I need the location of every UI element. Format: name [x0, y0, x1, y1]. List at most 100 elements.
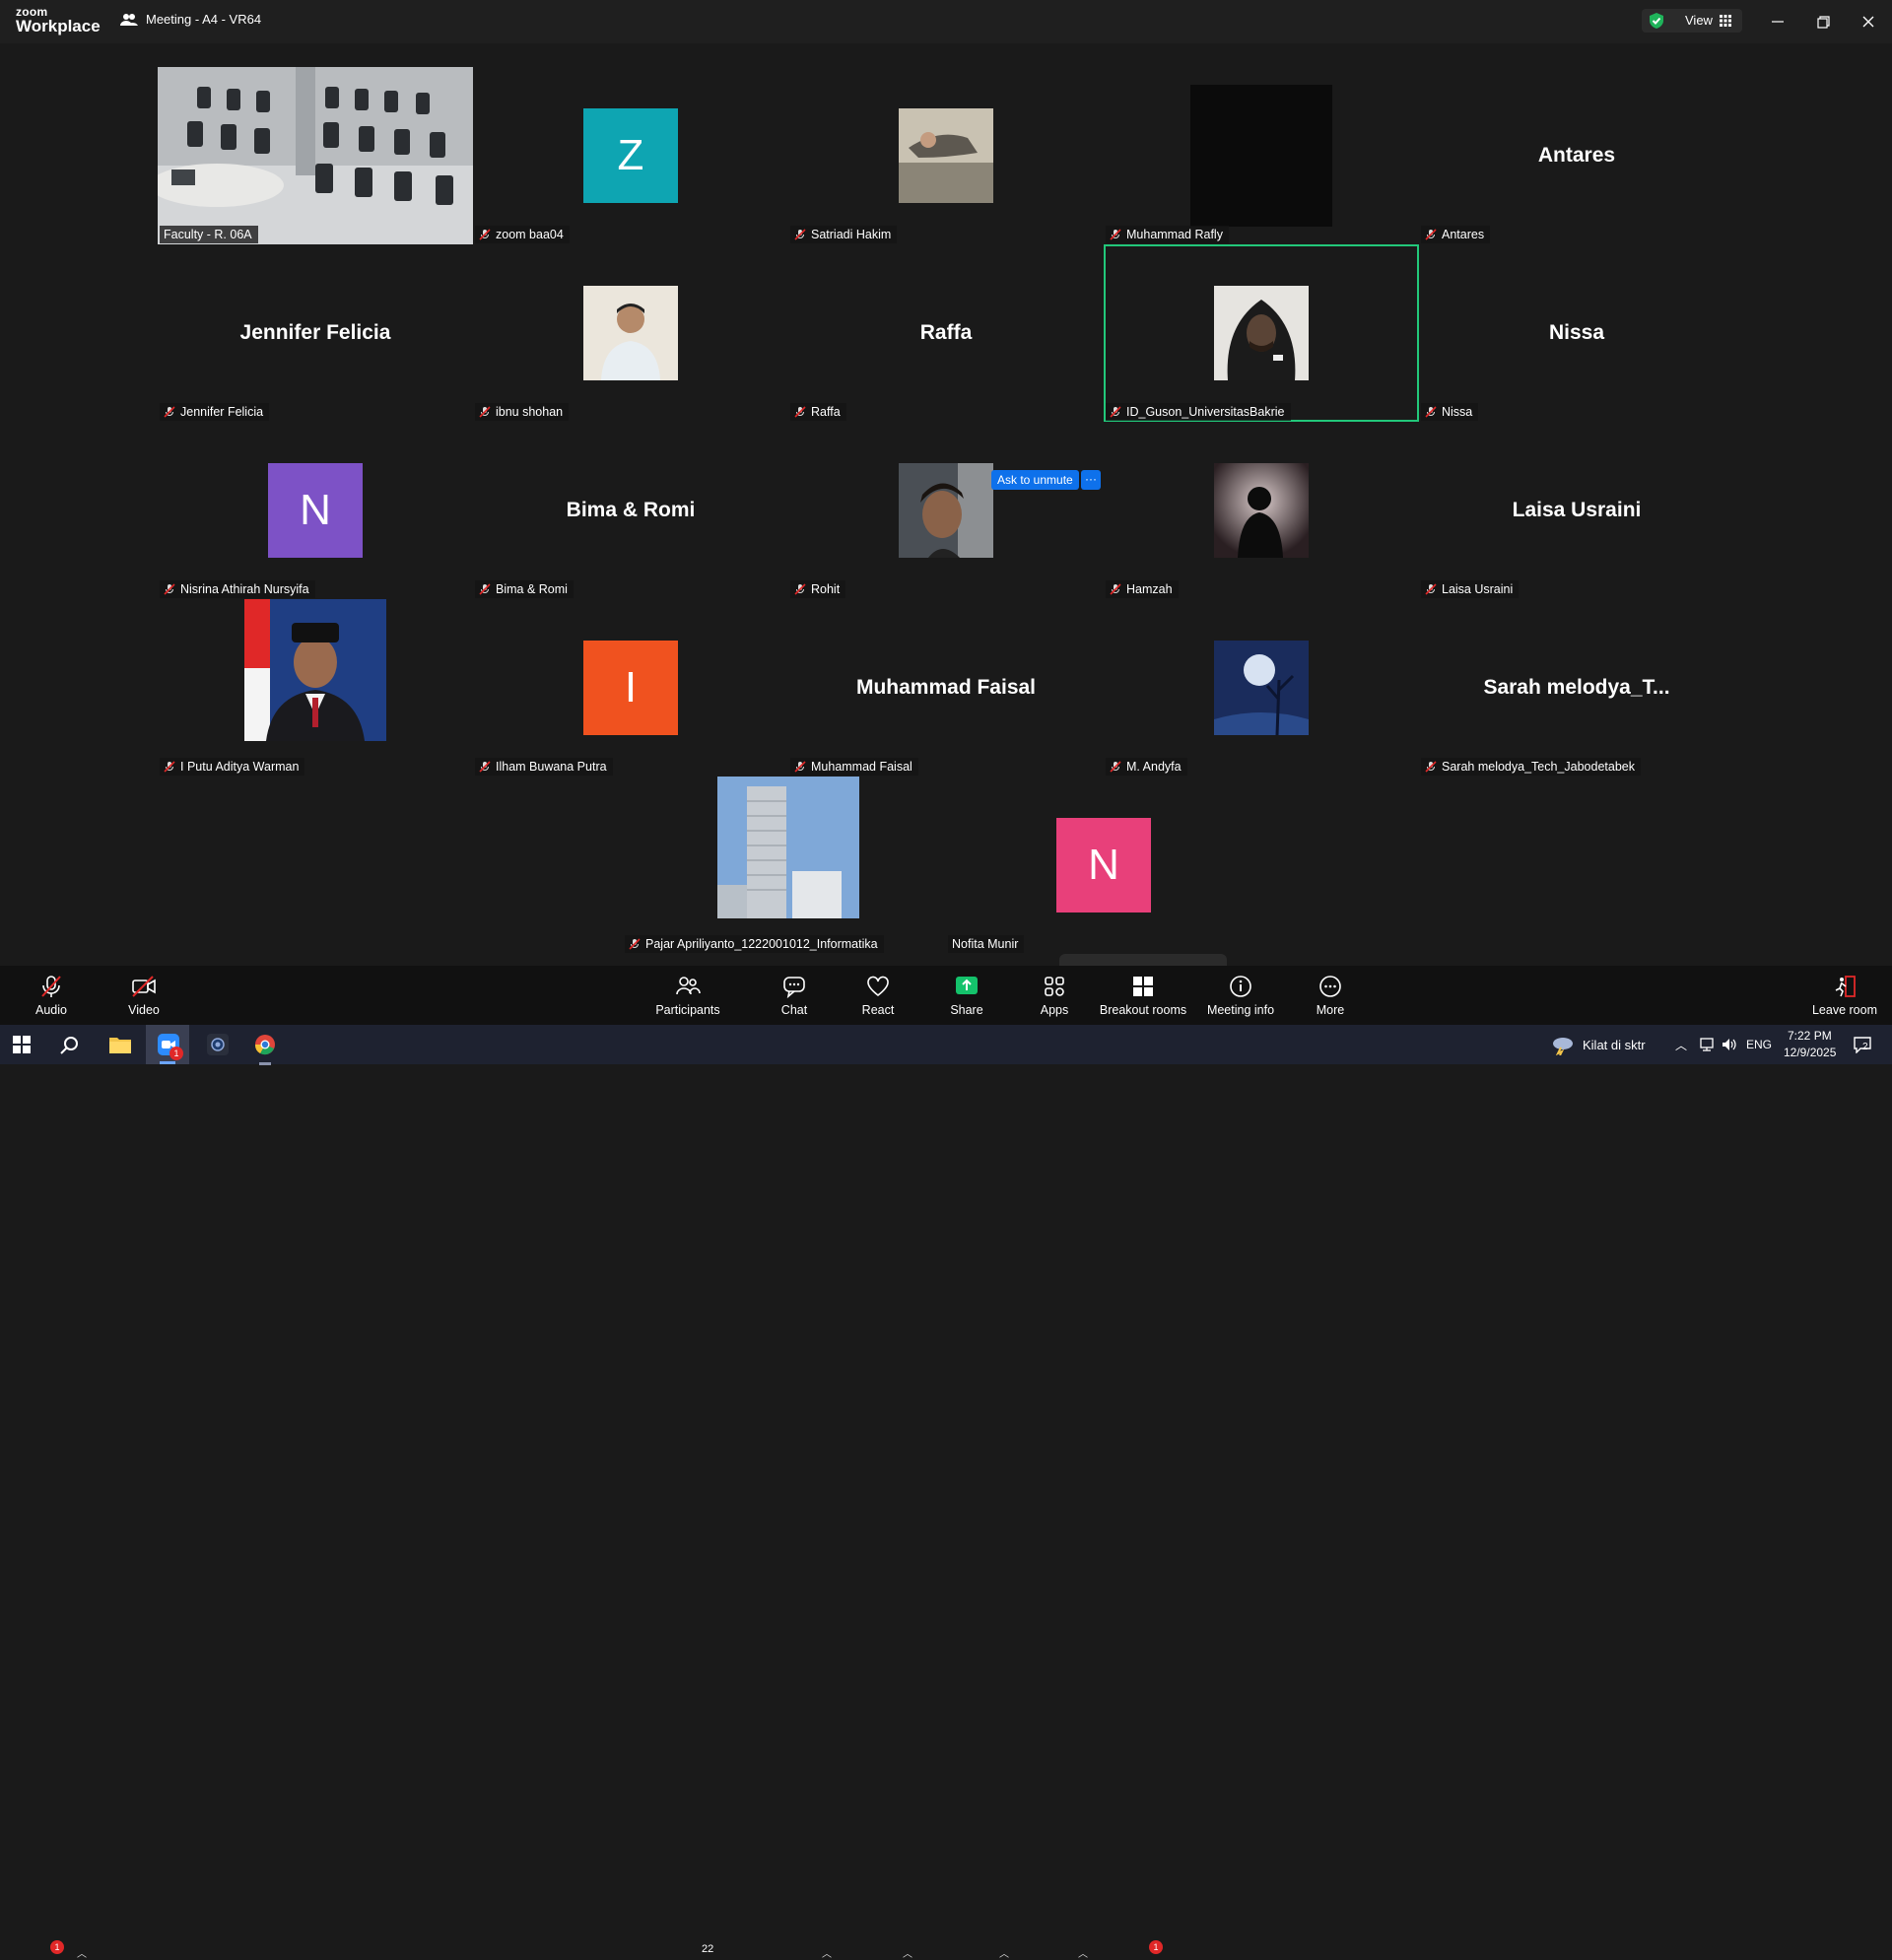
participant-name-tag: Nisrina Athirah Nursyifa: [160, 580, 315, 598]
participant-name-tag: Pajar Apriliyanto_1222001012_Informatika: [625, 935, 884, 953]
participant-name: Nissa: [1442, 405, 1473, 419]
clock-date[interactable]: 12/9/2025: [1784, 1046, 1836, 1059]
grid-view-icon[interactable]: [1720, 15, 1731, 27]
participant-name: ID_Guson_UniversitasBakrie: [1126, 405, 1285, 419]
participant-name: Jennifer Felicia: [180, 405, 264, 419]
participant-tile[interactable]: I Ilham Buwana Putra: [473, 599, 788, 777]
file-explorer-icon[interactable]: [108, 1035, 132, 1059]
mic-muted-icon: [794, 406, 806, 418]
participant-tile[interactable]: ibnu shohan: [473, 244, 788, 422]
meeting-info-button[interactable]: Meeting info: [1204, 974, 1277, 1023]
weather-icon[interactable]: [1551, 1034, 1575, 1060]
react-options-caret[interactable]: ︿: [903, 1945, 912, 1960]
mic-muted-icon: [479, 229, 491, 240]
taskbar-zoom-app[interactable]: 1: [146, 1025, 189, 1064]
ask-to-unmute-button[interactable]: Ask to unmute: [991, 470, 1079, 490]
restore-window-icon[interactable]: [1811, 10, 1835, 34]
participant-tile[interactable]: Nissa Nissa: [1419, 244, 1734, 422]
zoom-workplace-logo: zoom Workplace: [16, 6, 101, 34]
avatar: [244, 599, 386, 741]
mic-muted-icon: [164, 761, 175, 773]
participant-name-tag: Ilham Buwana Putra: [475, 758, 613, 776]
mic-muted-icon: [164, 406, 175, 418]
audio-options-caret[interactable]: ︿: [77, 1945, 87, 1960]
participant-tile[interactable]: Faculty - R. 06A: [158, 67, 473, 244]
chrome-icon[interactable]: [254, 1034, 276, 1065]
participant-name-tag: ID_Guson_UniversitasBakrie: [1106, 403, 1291, 421]
breakout-rooms-button[interactable]: Breakout rooms: [1096, 974, 1190, 1023]
participant-tile[interactable]: Muhammad Faisal Muhammad Faisal: [788, 599, 1104, 777]
participant-name: Nisrina Athirah Nursyifa: [180, 582, 309, 596]
participant-tile[interactable]: Hamzah: [1104, 422, 1419, 599]
participant-name: Raffa: [811, 405, 841, 419]
show-hidden-icons-chevron-icon[interactable]: ︿: [1675, 1037, 1687, 1053]
info-icon: [1230, 976, 1251, 997]
participant-more-options-button[interactable]: ···: [1081, 470, 1101, 490]
volume-icon[interactable]: [1721, 1037, 1738, 1057]
participant-tile[interactable]: N Nisrina Athirah Nursyifa: [158, 422, 473, 599]
camera-app-icon[interactable]: [207, 1034, 229, 1060]
participant-tile[interactable]: Satriadi Hakim: [788, 67, 1104, 244]
view-button[interactable]: View: [1685, 13, 1713, 28]
participant-name: Muhammad Rafly: [1126, 228, 1223, 241]
participant-tile[interactable]: Antares Antares: [1419, 67, 1734, 244]
participant-tile[interactable]: Raffa Raffa: [788, 244, 1104, 422]
participant-tile[interactable]: Sarah melodya_T... Sarah melodya_Tech_Ja…: [1419, 599, 1734, 777]
react-label: React: [861, 1003, 895, 1017]
minimize-window-icon[interactable]: [1766, 10, 1790, 34]
apps-button[interactable]: Apps: [1037, 974, 1072, 1023]
participant-tile[interactable]: Jennifer Felicia Jennifer Felicia: [158, 244, 473, 422]
meeting-toolbar: Audio 1 ︿ Video Participants 22 Chat ︿ R…: [0, 966, 1892, 1960]
participant-name-tag: Muhammad Faisal: [790, 758, 918, 776]
participant-tile[interactable]: M. Andyfa: [1104, 599, 1419, 777]
participant-name: Pajar Apriliyanto_1222001012_Informatika: [645, 937, 878, 951]
chat-options-caret[interactable]: ︿: [822, 1945, 832, 1960]
participant-name: Nofita Munir: [952, 937, 1019, 951]
close-window-icon[interactable]: [1857, 10, 1880, 34]
windows-start-icon[interactable]: [13, 1036, 31, 1058]
participant-name-tag: M. Andyfa: [1106, 758, 1187, 776]
participant-tile-active-speaker[interactable]: ID_Guson_UniversitasBakrie: [1104, 244, 1419, 422]
participant-name-tag: Nofita Munir: [948, 935, 1025, 953]
participant-name: zoom baa04: [496, 228, 564, 241]
mic-muted-icon: [794, 229, 806, 240]
apps-icon: [1045, 977, 1064, 996]
avatar: [899, 463, 993, 558]
search-icon[interactable]: [59, 1035, 81, 1061]
video-button[interactable]: Video: [122, 974, 166, 1023]
apps-options-caret[interactable]: ︿: [1078, 1945, 1088, 1960]
clock-time[interactable]: 7:22 PM: [1788, 1029, 1832, 1043]
participant-tile[interactable]: I Putu Aditya Warman: [158, 599, 473, 777]
share-label: Share: [950, 1003, 983, 1017]
participant-name: Antares: [1442, 228, 1485, 241]
input-language[interactable]: ENG: [1746, 1038, 1772, 1051]
apps-label: Apps: [1040, 1003, 1069, 1017]
share-options-caret[interactable]: ︿: [999, 1945, 1009, 1960]
participant-tile[interactable]: Pajar Apriliyanto_1222001012_Informatika: [625, 777, 946, 954]
logo-line2: Workplace: [16, 17, 101, 35]
weather-text[interactable]: Kilat di sktr: [1583, 1038, 1646, 1052]
participants-label: Participants: [655, 1003, 720, 1017]
participant-display-name: Nissa: [1548, 321, 1605, 344]
notifications-icon[interactable]: 2: [1853, 1036, 1872, 1058]
share-button[interactable]: Share: [946, 974, 987, 1023]
participant-tile[interactable]: Z zoom baa04: [473, 67, 788, 244]
participant-name-tag: ibnu shohan: [475, 403, 570, 421]
participant-tile[interactable]: Bima & Romi Bima & Romi: [473, 422, 788, 599]
participant-tile[interactable]: Laisa Usraini Laisa Usraini: [1419, 422, 1734, 599]
participant-tile[interactable]: Rohit: [788, 422, 1104, 599]
leave-room-button[interactable]: Leave room: [1809, 974, 1880, 1023]
participant-tile[interactable]: Muhammad Rafly: [1104, 67, 1419, 244]
audio-button[interactable]: Audio: [30, 974, 73, 1023]
more-button[interactable]: More: [1313, 974, 1348, 1023]
react-button[interactable]: React: [858, 974, 898, 1023]
participant-tile[interactable]: N Nofita Munir: [946, 777, 1261, 954]
participant-name-tag: Nissa: [1421, 403, 1479, 421]
participant-name-tag: Jennifer Felicia: [160, 403, 270, 421]
security-view-control[interactable]: View: [1642, 9, 1742, 33]
mic-muted-icon: [1425, 583, 1437, 595]
network-icon[interactable]: [1699, 1037, 1717, 1057]
more-label: More: [1316, 1003, 1345, 1017]
participants-button[interactable]: Participants: [650, 974, 725, 1023]
chat-button[interactable]: Chat: [775, 974, 814, 1023]
